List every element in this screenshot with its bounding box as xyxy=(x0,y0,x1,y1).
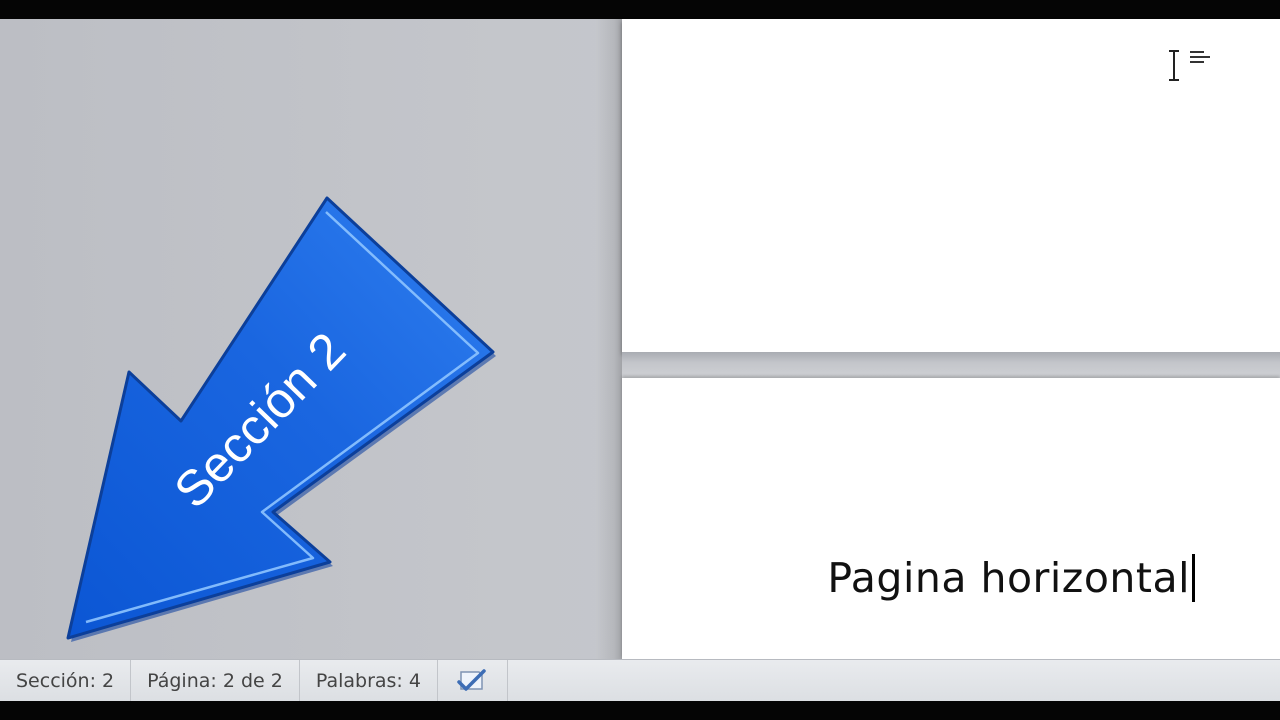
page-text-line[interactable]: Pagina horizontal xyxy=(827,554,1195,602)
spell-check-icon xyxy=(457,668,487,691)
status-words[interactable]: Palabras: 4 xyxy=(300,660,438,701)
status-page[interactable]: Página: 2 de 2 xyxy=(131,660,300,701)
status-bar: Sección: 2 Página: 2 de 2 Palabras: 4 xyxy=(0,659,1280,701)
page-gap xyxy=(622,352,1280,378)
text-caret xyxy=(1192,554,1195,602)
page-text: Pagina horizontal xyxy=(827,554,1190,602)
bottom-letterbox xyxy=(0,701,1280,720)
status-section[interactable]: Sección: 2 xyxy=(0,660,132,701)
spell-check-button[interactable] xyxy=(438,660,508,701)
document-page-2[interactable]: Pagina horizontal xyxy=(622,378,1280,659)
text-cursor-icon xyxy=(1169,50,1210,81)
arrow-down-left-icon: Sección 2 xyxy=(66,196,496,642)
